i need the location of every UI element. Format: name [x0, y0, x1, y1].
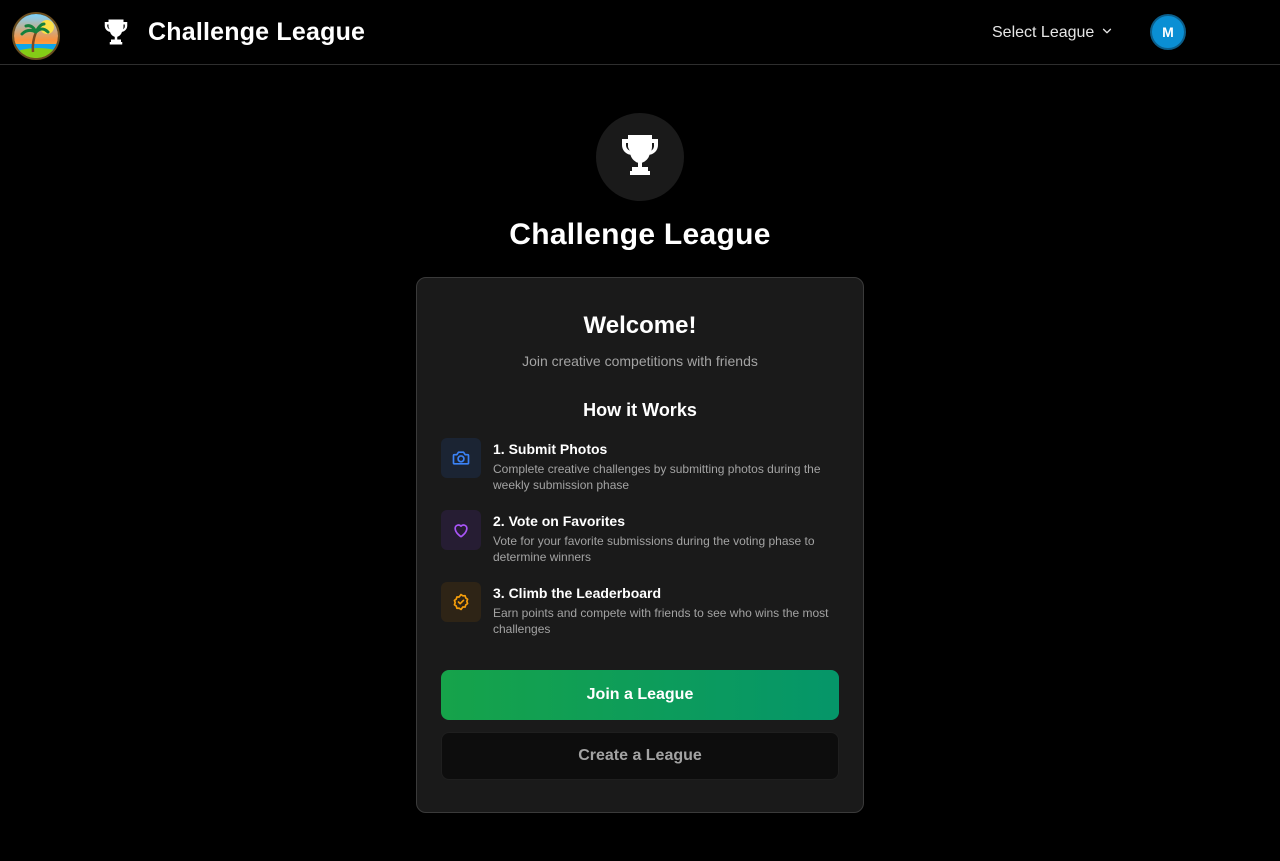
heart-icon [441, 510, 481, 550]
league-selector-label: Select League [992, 24, 1095, 41]
trophy-icon [616, 131, 664, 184]
create-league-button[interactable]: Create a League [441, 732, 839, 780]
step-title: 2. Vote on Favorites [493, 513, 625, 529]
chevron-down-icon [1100, 24, 1114, 43]
step-vote-favorites: 2. Vote on Favorites Vote for your favor… [441, 510, 841, 570]
app-title: Challenge League [148, 18, 366, 46]
welcome-card: Welcome! Join creative competitions with… [416, 277, 864, 813]
step-title: 3. Climb the Leaderboard [493, 585, 662, 601]
trophy-icon [101, 17, 131, 47]
step-description: Complete creative challenges by submitti… [493, 462, 821, 492]
step-climb-leaderboard: 3. Climb the Leaderboard Earn points and… [441, 582, 841, 642]
join-league-button[interactable]: Join a League [441, 670, 839, 720]
step-description: Earn points and compete with friends to … [493, 606, 829, 636]
league-selector-dropdown[interactable]: Select League [992, 21, 1114, 45]
how-it-works-heading: How it Works [583, 400, 697, 420]
hero-trophy-badge [596, 113, 684, 201]
hero-title: Challenge League [509, 218, 771, 251]
step-title: 1. Submit Photos [493, 441, 608, 457]
top-navbar: Challenge League Select League M [0, 0, 1280, 65]
badge-check-icon [441, 582, 481, 622]
user-avatar[interactable]: M [1150, 14, 1186, 50]
camera-icon [441, 438, 481, 478]
welcome-subtitle: Join creative competitions with friends [522, 353, 758, 369]
step-description: Vote for your favorite submissions durin… [493, 534, 815, 564]
app-logo-icon[interactable] [12, 12, 60, 60]
welcome-heading: Welcome! [583, 312, 697, 339]
step-submit-photos: 1. Submit Photos Complete creative chall… [441, 438, 841, 498]
